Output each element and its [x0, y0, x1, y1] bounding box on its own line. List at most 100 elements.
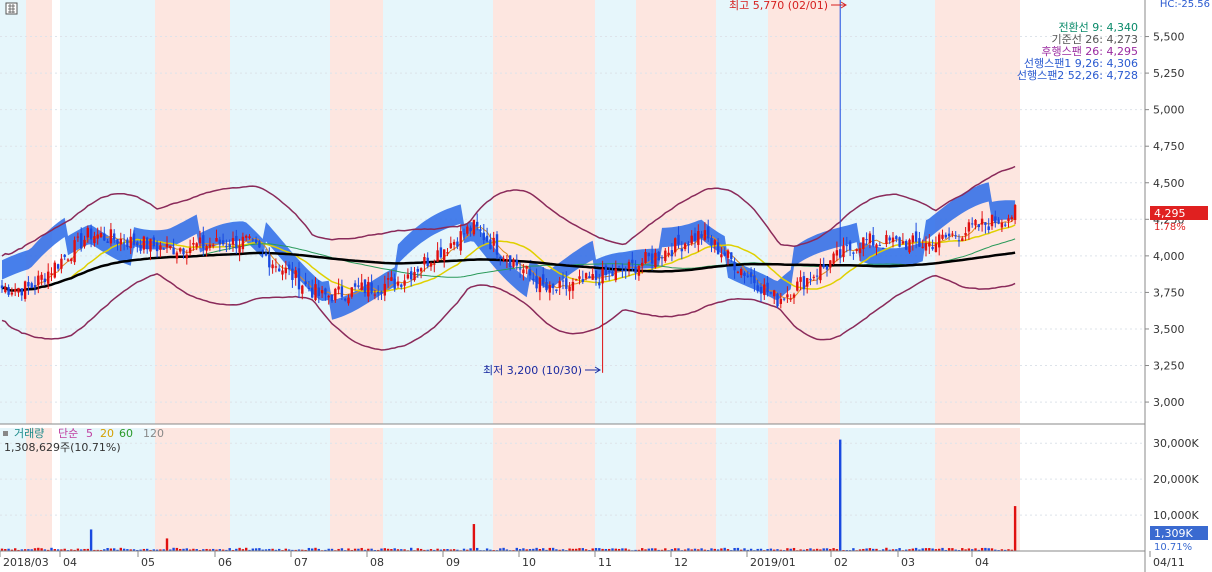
candle-body-296 [977, 224, 980, 228]
candle-body-58 [192, 242, 195, 245]
candle-body-106 [350, 287, 353, 297]
x-tick-11: 02 [834, 556, 848, 569]
volume-tick-0: 10,000K [1153, 509, 1199, 522]
candle-body-10 [33, 285, 37, 288]
price-band-2 [60, 0, 155, 424]
candle-body-300 [990, 214, 994, 227]
volume-band-8 [595, 428, 636, 551]
candle-body-46 [152, 237, 155, 247]
candle-body-28 [93, 236, 96, 244]
candle-body-77 [254, 239, 258, 244]
candle-body-133 [439, 247, 443, 258]
candle-body-252 [832, 253, 835, 264]
candle-body-297 [980, 218, 984, 225]
candle-body-27 [89, 228, 93, 240]
volume-tick-2: 30,000K [1153, 437, 1199, 450]
candle-body-91 [301, 285, 304, 294]
candle-body-49 [162, 248, 165, 250]
candle-body-272 [898, 237, 901, 247]
candle-body-235 [776, 293, 779, 307]
x-tick-9: 12 [674, 556, 688, 569]
candle-body-22 [73, 240, 76, 263]
candle-body-249 [822, 264, 825, 268]
candle-body-124 [410, 271, 413, 280]
volume-band-5 [330, 428, 383, 551]
price-tick-7: 4,750 [1153, 140, 1185, 153]
candle-body-225 [743, 272, 746, 276]
candle-body-294 [971, 223, 974, 225]
candle-body-253 [835, 250, 839, 256]
candle-body-138 [456, 241, 459, 247]
candle-body-209 [690, 235, 693, 244]
candle-body-259 [855, 249, 858, 252]
candle-body-222 [733, 262, 736, 271]
candle-body-187 [617, 266, 621, 268]
candle-body-112 [370, 282, 373, 293]
candle-body-239 [789, 298, 792, 300]
candle-body-104 [344, 298, 347, 301]
candle-body-158 [522, 269, 525, 274]
candle-body-266 [878, 245, 881, 247]
candle-body-188 [621, 270, 624, 272]
candle-body-292 [964, 233, 967, 236]
candle-body-206 [680, 248, 683, 252]
price-band-9 [636, 0, 716, 424]
candle-body-23 [76, 236, 80, 238]
candle-body-204 [674, 238, 677, 253]
candle-body-14 [47, 271, 50, 284]
candle-body-113 [373, 294, 377, 296]
price-tick-9: 5,250 [1153, 67, 1185, 80]
candle-body-89 [294, 270, 297, 279]
candle-body-96 [317, 287, 320, 296]
candle-body-128 [423, 257, 426, 265]
x-tick-3: 06 [218, 556, 232, 569]
candle-body-13 [43, 278, 47, 283]
candle-body-258 [852, 252, 855, 254]
price-legend: 전환선 9: 4,340 기준선 26: 4,273 후행스팬 26: 4,29… [1017, 21, 1138, 82]
candle-body-189 [624, 269, 627, 272]
candle-body-146 [482, 232, 485, 241]
candle-body-226 [746, 275, 749, 277]
candle-body-41 [136, 242, 139, 246]
price-band-0 [0, 0, 26, 424]
candle-body-74 [245, 235, 248, 238]
price-band-7 [493, 0, 595, 424]
candle-body-141 [466, 226, 469, 234]
candle-body-250 [825, 265, 829, 270]
candle-body-18 [60, 258, 63, 269]
candle-body-111 [367, 281, 370, 297]
candle-body-219 [723, 252, 726, 256]
candle-body-6 [20, 288, 23, 296]
candle-body-182 [601, 268, 604, 284]
candle-body-185 [611, 271, 614, 276]
candle-body-71 [235, 235, 238, 249]
candle-body-174 [575, 279, 578, 281]
candle-body-143 [472, 219, 476, 235]
candle-body-244 [806, 278, 809, 287]
price-band-11 [768, 0, 840, 424]
candle-body-90 [297, 268, 301, 290]
candle-body-119 [393, 278, 396, 289]
candle-body-11 [37, 275, 40, 286]
candle-body-271 [895, 236, 898, 240]
candle-body-261 [862, 237, 865, 250]
candle-body-277 [914, 231, 918, 242]
volume-readout: 1,308,629주(10.71%) [4, 441, 121, 454]
candle-body-284 [938, 234, 941, 248]
candle-body-157 [518, 268, 522, 270]
volume-badge-value: 1,309K [1154, 527, 1193, 540]
candle-body-121 [400, 284, 403, 287]
candle-body-247 [815, 275, 819, 277]
legend-sma-120: 120 [143, 427, 164, 440]
candle-body-224 [740, 268, 743, 276]
candle-body-251 [829, 260, 832, 268]
candle-body-62 [205, 245, 208, 251]
x-tick-14: 04/11 [1153, 556, 1185, 569]
candle-body-12 [40, 274, 43, 280]
candle-body-229 [756, 285, 759, 292]
candle-body-15 [50, 273, 53, 275]
candle-body-165 [545, 282, 548, 291]
candle-body-281 [928, 242, 931, 247]
candle-body-19 [63, 254, 66, 257]
candle-body-140 [462, 233, 466, 235]
